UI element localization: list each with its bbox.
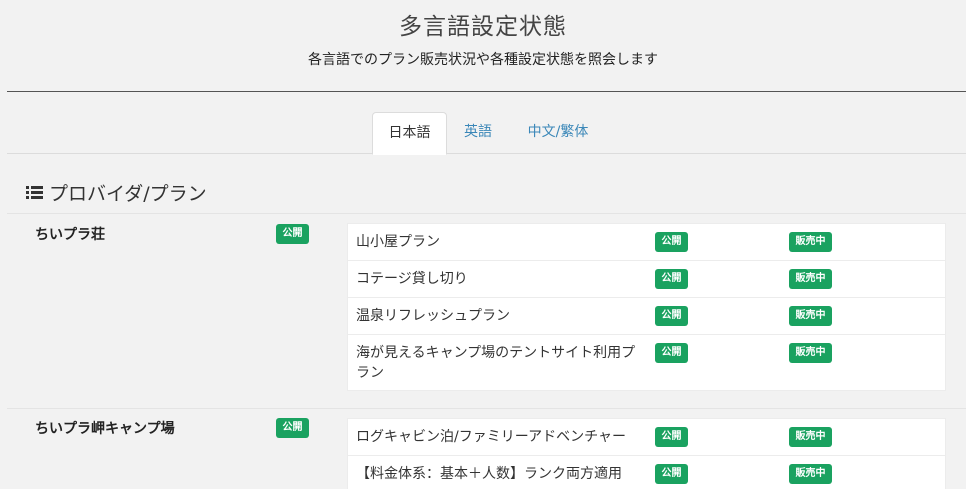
tab-chinese-traditional[interactable]: 中文/繁体 — [518, 112, 598, 153]
list-icon — [26, 186, 43, 199]
plan-sales-badge: 販売中 — [789, 306, 832, 326]
plan-name[interactable]: 海が見えるキャンプ場のテントサイト利用プラン — [356, 343, 641, 383]
section-title-label: プロバイダ/プラン — [49, 183, 207, 205]
tabs-divider — [7, 153, 966, 154]
plan-sales-badge: 販売中 — [789, 464, 832, 484]
plan-list: ログキャビン泊/ファミリーアドベンチャー 公開 販売中 【料金体系：基本＋人数】… — [347, 418, 946, 489]
plan-status-badge: 公開 — [655, 232, 688, 252]
provider-status-badge: 公開 — [276, 418, 309, 438]
page: 多言語設定状態 各言語でのプラン販売状況や各種設定状態を照会します 日本語 英語… — [0, 0, 966, 489]
plan-sales-badge: 販売中 — [789, 269, 832, 289]
header-divider — [7, 91, 966, 92]
tab-japanese[interactable]: 日本語 — [372, 112, 447, 155]
plan-sales-badge: 販売中 — [789, 343, 832, 363]
plan-row: 温泉リフレッシュプラン 公開 販売中 — [348, 298, 945, 335]
plan-row: 山小屋プラン 公開 販売中 — [348, 224, 945, 261]
plan-status-badge: 公開 — [655, 427, 688, 447]
plan-row: 【料金体系：基本＋人数】ランク両方適用 公開 販売中 — [348, 456, 945, 489]
provider-name[interactable]: ちいプラ岬キャンプ場 — [35, 418, 175, 438]
plan-name[interactable]: 温泉リフレッシュプラン — [356, 306, 641, 326]
plan-name[interactable]: 山小屋プラン — [356, 232, 641, 252]
plan-name[interactable]: ログキャビン泊/ファミリーアドベンチャー — [356, 427, 646, 447]
plan-row: ログキャビン泊/ファミリーアドベンチャー 公開 販売中 — [348, 419, 945, 456]
row-divider — [7, 408, 966, 409]
page-title: 多言語設定状態 — [399, 14, 567, 40]
provider-name[interactable]: ちいプラ荘 — [35, 224, 105, 244]
provider-status-badge: 公開 — [276, 224, 309, 244]
language-tabs: 日本語 英語 中文/繁体 — [0, 112, 966, 155]
plan-sales-badge: 販売中 — [789, 232, 832, 252]
plan-row: コテージ貸し切り 公開 販売中 — [348, 261, 945, 298]
row-divider — [7, 213, 966, 214]
plan-status-badge: 公開 — [655, 464, 688, 484]
section-title: プロバイダ/プラン — [26, 179, 207, 206]
plan-row: 海が見えるキャンプ場のテントサイト利用プラン 公開 販売中 — [348, 335, 945, 390]
tab-english[interactable]: 英語 — [452, 112, 504, 153]
plan-status-badge: 公開 — [655, 343, 688, 363]
plan-status-badge: 公開 — [655, 306, 688, 326]
plan-status-badge: 公開 — [655, 269, 688, 289]
plan-sales-badge: 販売中 — [789, 427, 832, 447]
plan-list: 山小屋プラン 公開 販売中 コテージ貸し切り 公開 販売中 温泉リフレッシュプラ… — [347, 223, 946, 391]
plan-name[interactable]: 【料金体系：基本＋人数】ランク両方適用 — [356, 464, 646, 484]
page-subtitle: 各言語でのプラン販売状況や各種設定状態を照会します — [308, 52, 658, 68]
plan-name[interactable]: コテージ貸し切り — [356, 269, 641, 289]
